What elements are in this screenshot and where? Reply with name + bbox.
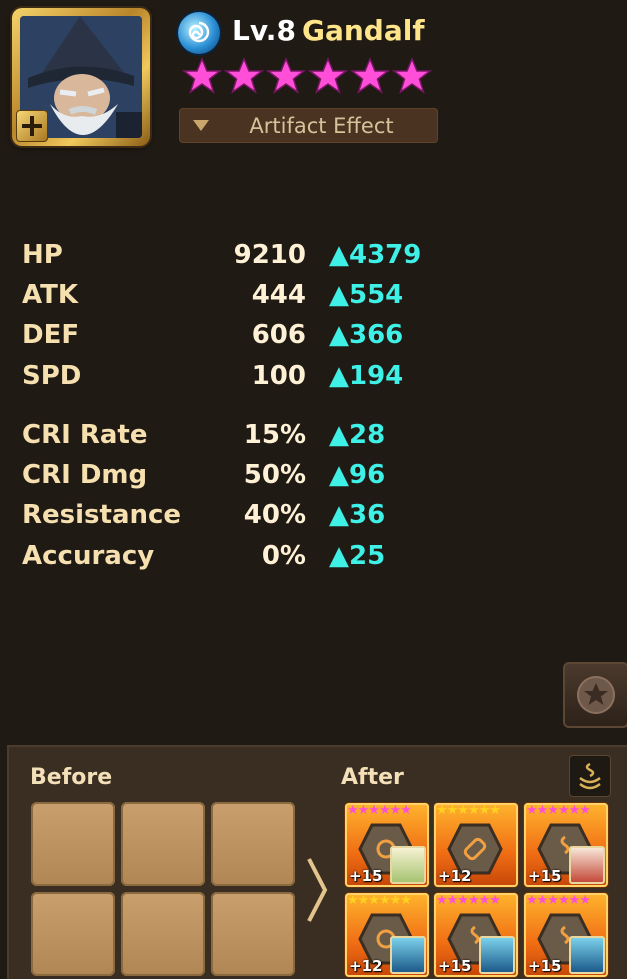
empty-rune-slot[interactable]	[211, 802, 295, 886]
rune-stars: ★★★★★★	[526, 803, 591, 818]
stat-label: CRI Dmg	[22, 460, 148, 490]
rune-stars: ★★★★★★	[347, 803, 412, 818]
stat-bonus: ▲4379	[329, 240, 422, 270]
stat-value: 9210	[233, 240, 306, 270]
stat-bonus: ▲366	[329, 320, 404, 350]
rune-upgrade-level: +12	[438, 867, 472, 885]
star-icon	[182, 57, 222, 94]
empty-rune-slot[interactable]	[121, 802, 205, 886]
artifact-effect-label: Artifact Effect	[249, 114, 394, 138]
monster-level: Lv.8	[232, 14, 296, 47]
empty-rune-slot[interactable]	[31, 802, 115, 886]
stat-bonus: ▲194	[329, 361, 404, 391]
monster-thumbnail-icon	[390, 936, 426, 974]
chevron-right-icon	[307, 858, 328, 922]
stat-bonus: ▲554	[329, 280, 404, 310]
rune-set-button[interactable]	[569, 755, 611, 797]
star-icon	[224, 57, 264, 94]
rune-upgrade-level: +15	[349, 867, 383, 885]
stat-bonus: ▲36	[329, 500, 386, 530]
stat-label: SPD	[22, 361, 82, 391]
stat-value: 444	[251, 280, 306, 310]
rune-stars: ★★★★★★	[436, 803, 501, 818]
stat-value: 100	[251, 361, 306, 391]
star-icon	[392, 57, 432, 94]
after-title: After	[341, 765, 404, 790]
rune-slot-6[interactable]: ★★★★★★ +15	[524, 893, 608, 977]
star-icon	[266, 57, 306, 94]
before-title: Before	[30, 765, 113, 790]
stat-bonus: ▲96	[329, 460, 386, 490]
monster-thumbnail-icon	[390, 846, 426, 884]
monster-thumbnail-icon	[569, 846, 605, 884]
stat-value: 0%	[261, 541, 306, 571]
stat-bonus: ▲25	[329, 541, 386, 571]
stat-value: 15%	[243, 420, 306, 450]
stat-label: DEF	[22, 320, 80, 350]
rune-upgrade-level: +15	[528, 867, 562, 885]
monster-name: Gandalf	[302, 14, 425, 47]
stat-value: 606	[251, 320, 306, 350]
empty-rune-slot[interactable]	[211, 892, 295, 976]
star-badge-icon	[577, 676, 615, 714]
water-element-icon	[178, 12, 220, 54]
star-icon	[350, 57, 390, 94]
defense-type-icon	[16, 110, 48, 142]
favorite-star-button[interactable]	[563, 662, 627, 728]
rune-slot-1[interactable]: ★★★★★★ +15	[345, 803, 429, 887]
monster-thumbnail-icon	[569, 936, 605, 974]
stat-label: Accuracy	[22, 541, 155, 571]
stat-bonus: ▲28	[329, 420, 386, 450]
stat-label: ATK	[22, 280, 78, 310]
rune-stars: ★★★★★★	[436, 893, 501, 908]
star-icon	[308, 57, 348, 94]
rune-slot-3[interactable]: ★★★★★★ +15	[524, 803, 608, 887]
empty-rune-slot[interactable]	[121, 892, 205, 976]
rune-set-icon	[579, 762, 601, 790]
stat-label: HP	[22, 240, 63, 270]
rune-slot-4[interactable]: ★★★★★★ +12	[345, 893, 429, 977]
monster-thumbnail-icon	[479, 936, 515, 974]
stat-label: CRI Rate	[22, 420, 148, 450]
rune-slot-2[interactable]: ★★★★★★ +12	[434, 803, 518, 887]
stat-label: Resistance	[22, 500, 182, 530]
rune-stars: ★★★★★★	[526, 893, 591, 908]
rune-upgrade-level: +15	[528, 957, 562, 975]
rune-stars: ★★★★★★	[347, 893, 412, 908]
monster-stars	[182, 56, 432, 96]
stat-value: 40%	[243, 500, 306, 530]
stat-value: 50%	[243, 460, 306, 490]
rune-upgrade-level: +15	[438, 957, 472, 975]
artifact-effect-dropdown[interactable]: Artifact Effect	[179, 108, 438, 143]
empty-rune-slot[interactable]	[31, 892, 115, 976]
monster-portrait[interactable]	[12, 8, 150, 146]
rune-slot-5[interactable]: ★★★★★★ +15	[434, 893, 518, 977]
rune-upgrade-level: +12	[349, 957, 383, 975]
